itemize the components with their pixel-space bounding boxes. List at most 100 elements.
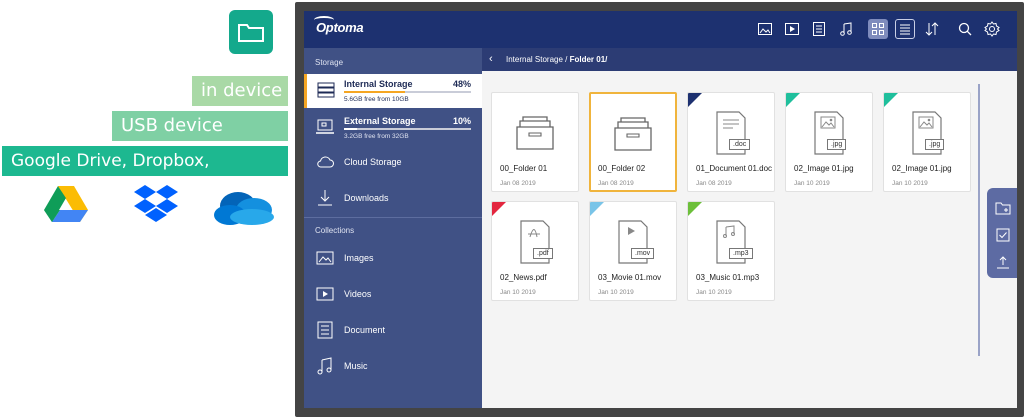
- top-bar: Optoma: [304, 11, 1017, 48]
- movie-icon: .mov: [590, 212, 676, 272]
- list-view-icon[interactable]: [895, 19, 915, 39]
- file-date: Jan 10 2019: [598, 289, 634, 296]
- external-storage-percent: 10%: [452, 116, 471, 126]
- grid-view-icon[interactable]: [868, 19, 888, 39]
- file-date: Jan 08 2019: [500, 180, 536, 187]
- file-date: Jan 08 2019: [696, 180, 732, 187]
- storage-heading: Storage: [315, 58, 344, 67]
- scrollbar[interactable]: [978, 84, 980, 356]
- document-icon[interactable]: [809, 19, 829, 39]
- breadcrumb: ‹ Internal Storage / Folder 01/: [482, 48, 1017, 71]
- internal-storage-free: 5.6GB free from 10GB: [344, 96, 409, 103]
- collection-music-label: Music: [344, 361, 368, 371]
- file-manager-screen: Optoma Storage Internal Storage 48% 5.6G…: [304, 11, 1017, 408]
- upload-icon[interactable]: [995, 254, 1011, 270]
- video-icon[interactable]: [782, 19, 802, 39]
- file-name: 00_Folder 01: [500, 164, 548, 173]
- tag-cloud-services: Google Drive, Dropbox, OneDrive: [2, 146, 288, 201]
- breadcrumb-parent[interactable]: Internal Storage /: [506, 55, 570, 64]
- doc-icon: .doc: [688, 103, 774, 163]
- screenshot-root: in device USB device Google Drive, Dropb…: [0, 0, 1024, 418]
- collection-images-label: Images: [344, 253, 374, 263]
- video-icon: [316, 287, 334, 301]
- file-extension-label: .jpg: [827, 139, 847, 150]
- folder-card[interactable]: 00_Folder 02 Jan 08 2019: [589, 92, 677, 192]
- collection-videos-label: Videos: [344, 289, 372, 299]
- sidebar-divider: [304, 217, 482, 218]
- file-name: 03_Music 01.mp3: [696, 273, 760, 282]
- file-card[interactable]: .jpg 02_Image 01.jpg Jan 10 2019: [883, 92, 971, 192]
- file-extension-label: .jpg: [925, 139, 945, 150]
- file-name: 01_Document 01.doc: [696, 164, 773, 173]
- new-folder-icon[interactable]: [995, 200, 1011, 216]
- downloads-item[interactable]: Downloads: [304, 181, 482, 215]
- music-icon: [317, 357, 332, 375]
- file-card[interactable]: .doc 01_Document 01.doc Jan 08 2019: [687, 92, 775, 192]
- internal-storage-item[interactable]: Internal Storage 48% 5.6GB free from 10G…: [304, 74, 482, 108]
- internal-storage-fill: [344, 91, 405, 93]
- folder-icon: [591, 104, 675, 164]
- document-icon: [317, 321, 333, 339]
- internal-storage-icon: [317, 82, 335, 98]
- file-card[interactable]: .mp3 03_Music 01.mp3 Jan 10 2019: [687, 201, 775, 301]
- collection-document-label: Document: [344, 325, 386, 335]
- tag-in-device: in device: [192, 76, 288, 106]
- file-date: Jan 08 2019: [598, 180, 634, 187]
- file-date: Jan 10 2019: [696, 289, 732, 296]
- file-extension-label: .mp3: [729, 248, 753, 259]
- select-icon[interactable]: [995, 227, 1011, 243]
- file-date: Jan 10 2019: [500, 289, 536, 296]
- cloud-storage-label: Cloud Storage: [344, 157, 402, 167]
- collection-videos[interactable]: Videos: [304, 277, 482, 311]
- cloud-icon: [317, 156, 334, 168]
- action-panel: [987, 188, 1017, 278]
- search-icon[interactable]: [955, 19, 975, 39]
- cloud-storage-item[interactable]: Cloud Storage: [304, 145, 482, 179]
- external-storage-fill: [344, 128, 357, 130]
- onedrive-icon: [214, 192, 274, 225]
- file-card[interactable]: .jpg 02_Image 01.jpg Jan 10 2019: [785, 92, 873, 192]
- file-extension-label: .pdf: [533, 248, 553, 259]
- image-icon: .jpg: [884, 103, 970, 163]
- file-card[interactable]: .mov 03_Movie 01.mov Jan 10 2019: [589, 201, 677, 301]
- external-storage-bar: [344, 128, 471, 130]
- settings-icon[interactable]: [982, 19, 1002, 39]
- internal-storage-percent: 48%: [452, 79, 471, 89]
- dropbox-icon: [134, 185, 178, 222]
- breadcrumb-current: Folder 01/: [569, 55, 608, 64]
- music-icon: .mp3: [688, 212, 774, 272]
- file-extension-label: .doc: [729, 139, 751, 150]
- tag-usb-device: USB device: [112, 111, 288, 141]
- file-name: 02_Image 01.jpg: [892, 164, 952, 173]
- external-storage-item[interactable]: External Storage 10% 3.2GB free from 32G…: [304, 111, 482, 145]
- optoma-logo: Optoma: [316, 20, 364, 35]
- music-icon[interactable]: [836, 19, 856, 39]
- file-name: 00_Folder 02: [598, 164, 646, 173]
- sidebar: Storage Internal Storage 48% 5.6GB free …: [304, 48, 482, 408]
- folder-icon: [229, 10, 273, 54]
- collection-images[interactable]: Images: [304, 241, 482, 275]
- image-icon: .jpg: [786, 103, 872, 163]
- external-storage-label: External Storage: [344, 116, 416, 126]
- file-grid: 00_Folder 01 Jan 08 2019 00_Folder 02 Jan 0…: [482, 71, 1017, 408]
- collection-music[interactable]: Music: [304, 349, 482, 383]
- internal-storage-label: Internal Storage: [344, 79, 413, 89]
- file-date: Jan 10 2019: [892, 180, 928, 187]
- download-icon: [318, 190, 332, 206]
- folder-icon: [492, 103, 578, 163]
- sort-icon[interactable]: [922, 19, 942, 39]
- file-card[interactable]: .pdf 02_News.pdf Jan 10 2019: [491, 201, 579, 301]
- collection-document[interactable]: Document: [304, 313, 482, 347]
- back-chevron-icon[interactable]: ‹: [489, 53, 493, 65]
- folder-card[interactable]: 00_Folder 01 Jan 08 2019: [491, 92, 579, 192]
- external-storage-free: 3.2GB free from 32GB: [344, 133, 409, 140]
- collections-heading: Collections: [315, 226, 355, 235]
- pdf-icon: .pdf: [492, 212, 578, 272]
- file-date: Jan 10 2019: [794, 180, 830, 187]
- image-icon[interactable]: [755, 19, 775, 39]
- file-extension-label: .mov: [631, 248, 655, 259]
- google-drive-icon: [44, 186, 88, 222]
- breadcrumb-path[interactable]: Internal Storage / Folder 01/: [506, 55, 607, 64]
- external-storage-icon: [316, 119, 334, 134]
- file-name: 03_Movie 01.mov: [598, 273, 662, 282]
